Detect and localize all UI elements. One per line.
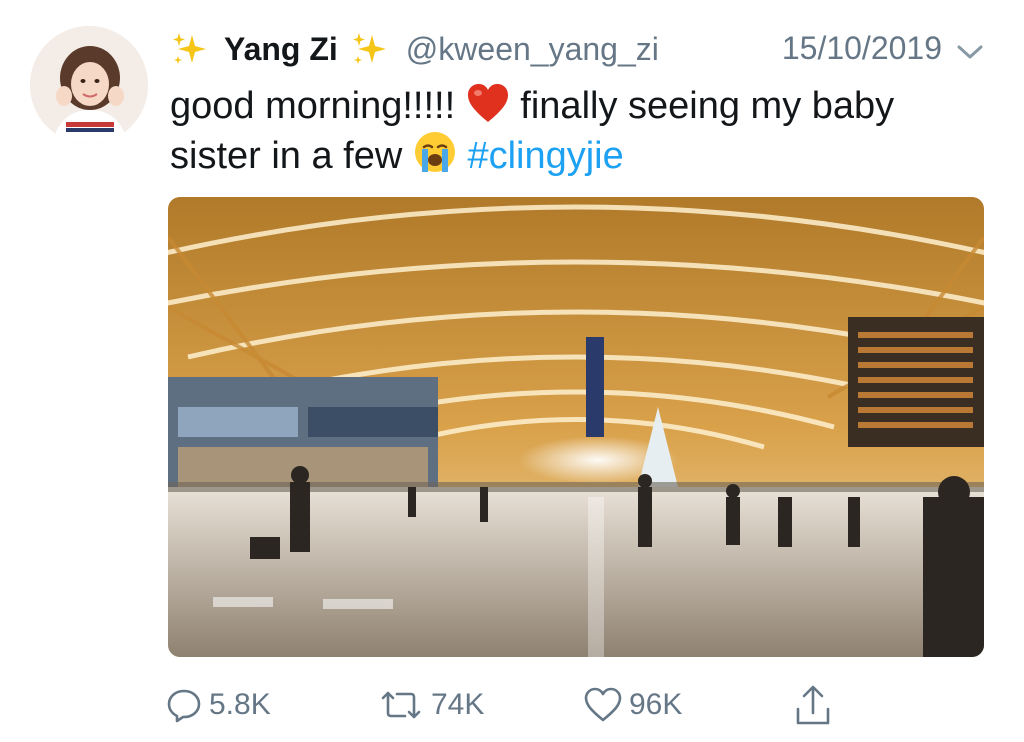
retweet-count: 74K xyxy=(431,688,485,721)
retweet-icon xyxy=(377,686,425,724)
retweet-button[interactable]: 74K xyxy=(377,680,484,730)
reply-count: 5.8K xyxy=(209,688,271,721)
tweet-text-line: good morning!!!!! finally seeing my baby xyxy=(170,82,990,130)
heart-icon xyxy=(583,686,623,724)
sparkles-icon xyxy=(350,29,390,69)
sparkles-icon xyxy=(170,29,210,69)
hashtag-link[interactable]: #clingyjie xyxy=(467,135,623,177)
tweet-text-line: sister in a few #clingyjie xyxy=(170,130,990,178)
chevron-down-icon[interactable] xyxy=(954,36,986,62)
tweet-image[interactable] xyxy=(168,197,984,657)
user-handle[interactable]: @kween_yang_zi xyxy=(406,31,659,68)
share-button[interactable] xyxy=(793,680,833,730)
tweet-text-segment: finally seeing my baby xyxy=(520,85,895,127)
tweet-date: 15/10/2019 xyxy=(781,30,942,66)
reply-icon xyxy=(165,686,203,724)
share-icon xyxy=(793,683,833,727)
tweet-header: Yang Zi @kween_yang_zi 15/10/2019 xyxy=(170,26,990,72)
avatar[interactable] xyxy=(30,26,148,144)
loudly-crying-face-icon xyxy=(413,130,457,186)
tweet-text: good morning!!!!! finally seeing my baby… xyxy=(170,82,990,178)
tweet-actions: 5.8K 74K 96K xyxy=(165,680,865,730)
tweet-text-segment: sister in a few xyxy=(170,135,403,177)
tweet-text-segment: good morning!!!!! xyxy=(170,85,456,127)
like-count: 96K xyxy=(629,688,683,721)
reply-button[interactable]: 5.8K xyxy=(165,680,271,730)
red-heart-icon xyxy=(466,82,510,136)
like-button[interactable]: 96K xyxy=(583,680,682,730)
display-name[interactable]: Yang Zi xyxy=(224,31,338,68)
